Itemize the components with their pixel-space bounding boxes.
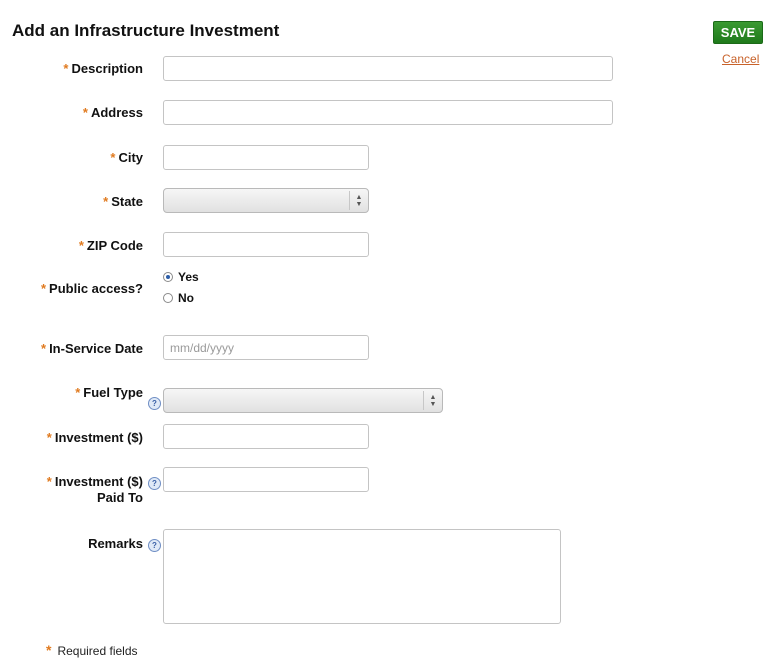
investment-paid-to-input[interactable] — [163, 467, 369, 492]
in-service-date-input[interactable] — [163, 335, 369, 360]
required-star: * — [63, 61, 69, 76]
city-label: * City — [110, 150, 143, 165]
address-label: * Address — [82, 105, 143, 120]
required-star: * — [40, 281, 47, 296]
investment-paid-to-label: * Investment ($) Paid To — [46, 474, 143, 505]
remarks-textarea[interactable] — [163, 529, 561, 624]
select-arrows-icon: ▲ ▼ — [423, 391, 442, 410]
fuel-type-select[interactable]: ▲ ▼ — [163, 388, 443, 413]
cancel-link[interactable]: Cancel — [722, 52, 759, 66]
required-star: * — [46, 430, 52, 445]
zip-input[interactable] — [163, 232, 369, 257]
required-star: * — [75, 385, 81, 400]
required-star: * — [82, 105, 88, 120]
public-access-yes[interactable]: Yes — [163, 270, 199, 284]
required-fields-note: * Required fields — [46, 642, 138, 658]
required-star: * — [46, 642, 52, 658]
save-button[interactable]: SAVE — [713, 21, 763, 44]
help-info-icon[interactable]: ? — [148, 397, 161, 410]
select-arrows-icon: ▲ ▼ — [349, 191, 368, 210]
radio-no[interactable] — [163, 293, 173, 303]
required-star: * — [110, 150, 116, 165]
required-star: * — [41, 341, 47, 356]
zip-label: * ZIP Code — [78, 238, 143, 253]
remarks-label: Remarks — [88, 536, 143, 551]
state-label: * State — [103, 194, 143, 209]
investment-label: * Investment ($) — [46, 430, 143, 445]
public-access-no[interactable]: No — [163, 291, 194, 305]
description-label: * Description — [63, 61, 143, 76]
state-select[interactable]: ▲ ▼ — [163, 188, 369, 213]
page-title: Add an Infrastructure Investment — [12, 21, 280, 40]
fuel-type-label: * Fuel Type — [75, 385, 143, 400]
city-input[interactable] — [163, 145, 369, 170]
required-star: * — [46, 474, 52, 489]
address-input[interactable] — [163, 100, 613, 125]
public-access-label: * Public access? — [40, 281, 143, 296]
investment-input[interactable] — [163, 424, 369, 449]
help-info-icon[interactable]: ? — [148, 539, 161, 552]
help-info-icon[interactable]: ? — [148, 477, 161, 490]
required-star: * — [103, 194, 109, 209]
required-star: * — [78, 238, 84, 253]
in-service-date-label: * In-Service Date — [41, 341, 143, 356]
description-input[interactable] — [163, 56, 613, 81]
radio-yes[interactable] — [163, 272, 173, 282]
